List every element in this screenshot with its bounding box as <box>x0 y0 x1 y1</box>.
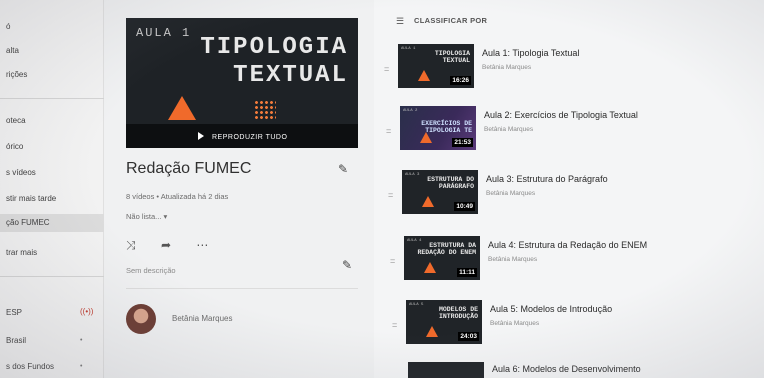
thumbnail-text: ESTRUTURA DO PARÁGRAFO <box>427 176 474 190</box>
list-item[interactable]: = AULA 4 ESTRUTURA DA REDAÇÃO DO ENEM 11… <box>390 236 764 296</box>
playlist-thumbnail[interactable]: AULA 1 TIPOLOGIA TEXTUAL REPRODUZIR TUDO <box>126 18 358 148</box>
video-owner[interactable]: Betânia Marques <box>484 126 533 133</box>
share-icon[interactable]: ➦ <box>161 238 171 252</box>
triangle-graphic <box>418 70 430 81</box>
playlist-panel: AULA 1 TIPOLOGIA TEXTUAL REPRODUZIR TUDO… <box>104 0 374 378</box>
play-icon <box>198 132 204 140</box>
video-thumbnail[interactable]: AULA 3 ESTRUTURA DO PARÁGRAFO 10:49 <box>402 170 478 214</box>
photo-frame: ó alta rições oteca órico s vídeos stir … <box>0 0 764 378</box>
more-options-icon[interactable]: ⋯ <box>196 238 208 252</box>
video-title[interactable]: Aula 4: Estrutura da Redação do ENEM <box>488 240 647 250</box>
thumbnail-aula-label: AULA 1 <box>136 26 192 40</box>
owner-name[interactable]: Betânia Marques <box>172 314 232 323</box>
thumbnail-text: ESTRUTURA DA REDAÇÃO DO ENEM <box>417 242 476 256</box>
video-thumbnail[interactable]: AULA 4 ESTRUTURA DA REDAÇÃO DO ENEM 11:1… <box>404 236 480 280</box>
video-title[interactable]: Aula 2: Exercícios de Tipologia Textual <box>484 110 638 120</box>
video-title[interactable]: Aula 3: Estrutura do Parágrafo <box>486 174 608 184</box>
video-title[interactable]: Aula 5: Modelos de Introdução <box>490 304 612 314</box>
playlist-title: Redação FUMEC <box>126 160 252 177</box>
sidebar-item-home[interactable]: ó <box>6 22 10 31</box>
video-owner[interactable]: Betânia Marques <box>490 320 539 327</box>
playlist-actions: ⤨ ➦ ⋯ <box>126 238 230 253</box>
thumbnail-title-line2: TEXTUAL <box>233 62 348 89</box>
drag-handle-icon[interactable]: = <box>392 320 397 330</box>
video-title[interactable]: Aula 1: Tipologia Textual <box>482 48 579 58</box>
sidebar-item-trending[interactable]: alta <box>6 46 19 55</box>
owner-avatar[interactable] <box>126 304 156 334</box>
sidebar-item-subscriptions[interactable]: rições <box>6 70 27 79</box>
sort-button[interactable]: CLASSIFICAR POR <box>414 16 487 25</box>
dot-icon: • <box>80 337 83 344</box>
video-thumbnail[interactable]: AULA 1 TIPOLOGIA TEXTUAL 16:26 <box>398 44 474 88</box>
list-item[interactable]: = AULA 5 MODELOS DE INTRODUÇÃO 24:03 Aul… <box>392 300 764 360</box>
triangle-graphic <box>168 96 196 120</box>
video-thumbnail[interactable]: AULA 2 EXERCÍCIOS DE TIPOLOGIA TE 21:53 <box>400 106 476 150</box>
sort-icon[interactable]: ☰ <box>396 16 404 27</box>
thumbnail-text: MODELOS DE INTRODUÇÃO <box>438 306 478 320</box>
left-sidebar: ó alta rições oteca órico s vídeos stir … <box>0 0 104 378</box>
sidebar-item-your-videos[interactable]: s vídeos <box>6 168 36 177</box>
duration-badge: 24:03 <box>458 332 479 341</box>
duration-badge: 21:53 <box>452 138 473 147</box>
sidebar-item-subscription-fundos[interactable]: s dos Fundos <box>6 362 54 371</box>
sidebar-divider <box>0 276 104 277</box>
video-thumbnail[interactable]: AULA 5 MODELOS DE INTRODUÇÃO 24:03 <box>406 300 482 344</box>
duration-badge: 16:26 <box>450 76 471 85</box>
drag-handle-icon[interactable]: = <box>390 256 395 266</box>
edit-title-pencil-icon[interactable]: ✎ <box>338 162 348 176</box>
triangle-graphic <box>420 132 432 143</box>
live-icon: ((•)) <box>80 307 94 316</box>
sidebar-item-library[interactable]: oteca <box>6 116 26 125</box>
privacy-dropdown[interactable]: Não lista... ▾ <box>126 212 167 221</box>
sidebar-item-watch-later[interactable]: stir mais tarde <box>6 194 56 203</box>
drag-handle-icon[interactable]: = <box>388 190 393 200</box>
sidebar-item-subscription-esp[interactable]: ESP <box>6 308 22 317</box>
play-all-label[interactable]: REPRODUZIR TUDO <box>212 134 287 141</box>
triangle-graphic <box>424 262 436 273</box>
thumbnail-text: TIPOLOGIA TEXTUAL <box>434 50 470 64</box>
duration-badge: 11:11 <box>457 268 477 277</box>
sidebar-item-show-more[interactable]: trar mais <box>6 248 37 257</box>
video-owner[interactable]: Betânia Marques <box>488 256 537 263</box>
panel-divider <box>126 288 358 289</box>
list-item[interactable]: = AULA 2 EXERCÍCIOS DE TIPOLOGIA TE 21:5… <box>386 106 764 166</box>
sidebar-item-history[interactable]: órico <box>6 142 23 151</box>
video-owner[interactable]: Betânia Marques <box>486 190 535 197</box>
duration-badge: 10:49 <box>454 202 475 211</box>
sidebar-item-redacao-fumec[interactable]: ção FUMEC <box>0 214 104 232</box>
playlist-description: Sem descrição <box>126 266 176 275</box>
video-list: ☰ CLASSIFICAR POR = AULA 1 TIPOLOGIA TEX… <box>374 0 764 378</box>
edit-description-pencil-icon[interactable]: ✎ <box>342 258 352 272</box>
drag-handle-icon[interactable]: = <box>384 64 389 74</box>
dot-grid-graphic <box>254 100 276 120</box>
playlist-meta: 8 vídeos • Atualizada há 2 dias <box>126 192 229 201</box>
video-owner[interactable]: Betânia Marques <box>482 64 531 71</box>
video-title[interactable]: Aula 6: Modelos de Desenvolvimento <box>492 364 641 374</box>
list-item[interactable]: = AULA 3 ESTRUTURA DO PARÁGRAFO 10:49 Au… <box>388 170 764 230</box>
sidebar-item-subscription-brasil[interactable]: Brasil <box>6 336 26 345</box>
thumbnail-title-line1: TIPOLOGIA <box>200 34 348 61</box>
dot-icon: • <box>80 363 83 370</box>
video-thumbnail[interactable] <box>408 362 484 378</box>
list-item[interactable]: = AULA 1 TIPOLOGIA TEXTUAL 16:26 Aula 1:… <box>384 44 764 104</box>
drag-handle-icon[interactable]: = <box>386 126 391 136</box>
shuffle-icon[interactable]: ⤨ <box>126 238 136 252</box>
triangle-graphic <box>426 326 438 337</box>
triangle-graphic <box>422 196 434 207</box>
sidebar-divider <box>0 98 104 99</box>
list-item[interactable]: Aula 6: Modelos de Desenvolvimento <box>394 362 764 378</box>
